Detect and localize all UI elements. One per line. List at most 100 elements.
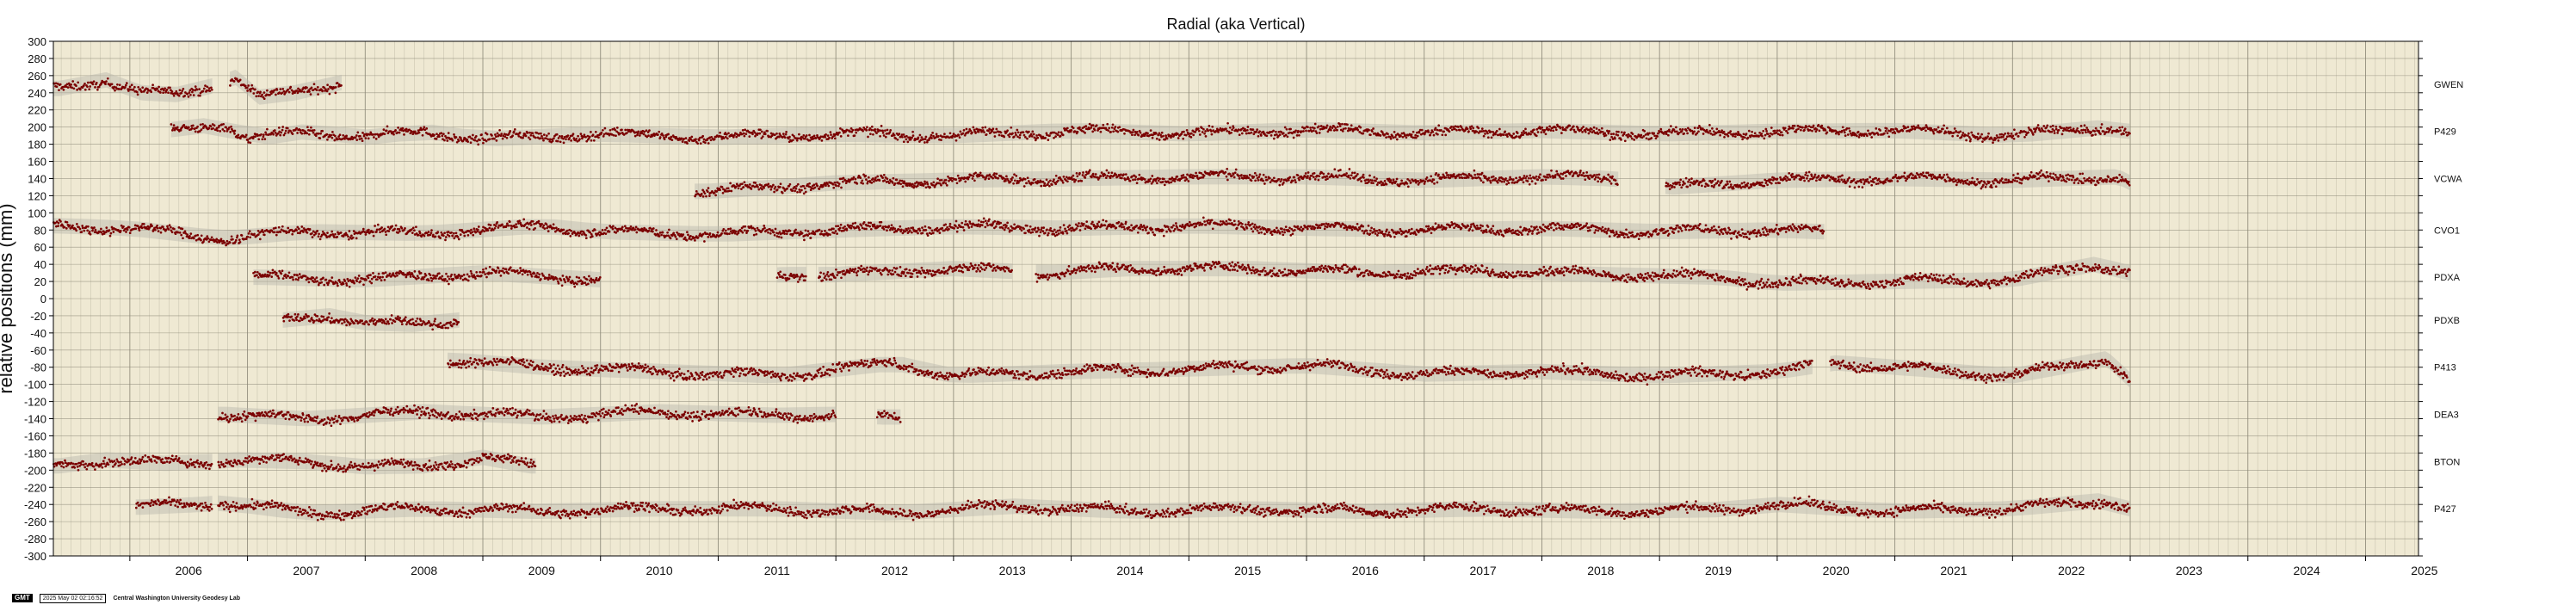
data-point <box>2028 177 2030 180</box>
data-point <box>867 136 869 139</box>
data-point <box>1372 182 1374 184</box>
data-point <box>193 238 195 240</box>
data-point <box>281 126 284 128</box>
data-point <box>1546 127 1548 129</box>
data-point <box>921 136 924 139</box>
data-point <box>495 135 497 138</box>
data-point <box>2051 131 2054 133</box>
data-point <box>1473 170 1476 172</box>
data-point <box>1528 177 1530 180</box>
data-point <box>1933 133 1936 135</box>
data-point <box>906 184 909 187</box>
data-point <box>1907 126 1910 128</box>
data-point <box>945 179 948 182</box>
data-point <box>2081 132 2084 134</box>
data-point <box>1367 179 1369 182</box>
data-point <box>1605 134 1608 137</box>
data-point <box>359 135 361 138</box>
data-point <box>1024 178 1027 181</box>
data-point <box>249 230 251 232</box>
data-point <box>1247 126 1250 128</box>
data-point <box>1610 136 1613 139</box>
data-point <box>1381 131 1384 133</box>
data-point <box>646 129 648 132</box>
data-point <box>856 182 858 185</box>
data-point <box>682 140 684 143</box>
data-point <box>1712 133 1714 136</box>
data-point <box>1362 133 1364 135</box>
data-point <box>1545 133 1547 135</box>
data-point <box>181 89 183 92</box>
data-point <box>1263 174 1265 176</box>
data-point <box>936 133 938 136</box>
data-point <box>1249 174 1251 176</box>
data-point <box>1761 182 1764 184</box>
data-point <box>698 139 701 142</box>
data-point <box>288 91 291 94</box>
data-point <box>1429 134 1431 137</box>
data-point <box>1318 179 1320 182</box>
data-point <box>1298 134 1300 137</box>
data-point <box>738 133 741 136</box>
data-point <box>1031 135 1034 138</box>
data-point <box>556 133 559 136</box>
data-point <box>1133 129 1135 132</box>
data-point <box>1161 132 1164 134</box>
data-point <box>1974 181 1976 183</box>
data-point <box>1862 186 1864 188</box>
data-point <box>1595 176 1597 179</box>
data-point <box>1058 131 1060 133</box>
data-point <box>1195 172 1197 175</box>
data-point <box>1022 131 1025 133</box>
data-point <box>1273 176 1276 179</box>
data-point <box>173 95 176 97</box>
data-point <box>705 195 707 198</box>
data-point <box>1869 176 1871 179</box>
data-point <box>1612 138 1615 140</box>
data-point <box>1795 131 1797 133</box>
data-point <box>2042 125 2045 127</box>
data-point <box>1005 176 1008 178</box>
data-point <box>1406 182 1409 185</box>
data-point <box>979 171 982 174</box>
data-point <box>1761 135 1764 138</box>
data-point <box>932 182 935 184</box>
data-point <box>470 141 473 144</box>
data-point <box>1778 182 1781 184</box>
data-point <box>2071 179 2073 182</box>
data-point <box>749 183 751 186</box>
data-point <box>223 130 225 133</box>
data-point <box>539 137 541 139</box>
data-point <box>146 91 149 94</box>
data-point <box>2013 128 2016 131</box>
data-point <box>339 133 342 136</box>
data-point <box>1828 175 1831 177</box>
data-point <box>1332 176 1335 178</box>
data-point <box>1017 182 1020 184</box>
data-point <box>1878 178 1881 181</box>
data-point <box>1076 175 1078 177</box>
data-point <box>211 89 213 91</box>
data-point <box>949 132 952 134</box>
data-point <box>318 133 320 135</box>
data-point <box>1137 134 1140 137</box>
data-point <box>158 86 160 89</box>
data-point <box>1477 127 1480 130</box>
data-point <box>1307 126 1309 128</box>
data-point <box>1415 137 1418 139</box>
data-point <box>264 132 267 134</box>
data-point <box>140 90 143 93</box>
data-point <box>1754 133 1757 135</box>
data-point <box>105 80 108 83</box>
data-point <box>355 134 358 137</box>
data-point <box>2114 180 2116 182</box>
data-point <box>373 136 375 139</box>
data-point <box>183 95 186 97</box>
data-point <box>1776 129 1779 132</box>
data-point <box>991 130 994 133</box>
data-point <box>2006 135 2009 138</box>
data-point <box>704 141 707 144</box>
data-point <box>247 84 250 87</box>
data-point <box>252 92 255 95</box>
data-point <box>120 225 123 227</box>
